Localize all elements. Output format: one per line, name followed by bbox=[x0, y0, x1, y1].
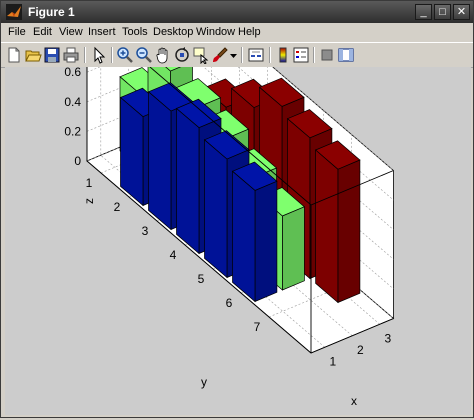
matlab-logo-icon bbox=[6, 4, 22, 20]
y-tick-label: 6 bbox=[226, 296, 233, 310]
bar-side bbox=[176, 107, 200, 255]
minimize-icon: _ bbox=[420, 6, 427, 18]
menu-edit[interactable]: Edit bbox=[33, 26, 52, 38]
y-tick-label: 3 bbox=[142, 224, 149, 238]
select-arrow-icon[interactable] bbox=[90, 46, 108, 64]
zoom-in-icon[interactable] bbox=[116, 46, 134, 64]
close-icon: ✕ bbox=[456, 6, 467, 18]
hide-plot-tools-icon[interactable] bbox=[318, 46, 336, 64]
menu-file[interactable]: File bbox=[8, 26, 26, 38]
pan-hand-icon[interactable] bbox=[154, 46, 172, 64]
x-tick-label: 3 bbox=[384, 331, 391, 345]
link-plot-icon[interactable] bbox=[247, 46, 265, 64]
toolbar-separator bbox=[269, 47, 271, 63]
title-bar[interactable]: Figure 1 _ □ ✕ bbox=[1, 1, 473, 23]
menu-insert[interactable]: Insert bbox=[88, 26, 116, 38]
new-figure-icon[interactable] bbox=[5, 46, 23, 64]
close-button[interactable]: ✕ bbox=[453, 4, 470, 20]
open-file-icon[interactable] bbox=[24, 46, 42, 64]
bar3-plot[interactable]: 00.20.40.60.811234567123zyx bbox=[5, 0, 471, 415]
x-tick-label: 1 bbox=[329, 354, 336, 368]
y-tick-label: 1 bbox=[86, 176, 93, 190]
figure-toolbar bbox=[1, 42, 473, 68]
toolbar-separator bbox=[84, 47, 86, 63]
bar-front bbox=[337, 159, 361, 304]
toolbar-separator bbox=[111, 47, 113, 63]
z-tick-label: 0.4 bbox=[64, 95, 81, 109]
bar-front bbox=[254, 180, 278, 303]
legend-icon[interactable] bbox=[292, 46, 310, 64]
toolbar-separator bbox=[313, 47, 315, 63]
chevron-down-icon[interactable] bbox=[229, 46, 238, 64]
brush-icon[interactable] bbox=[211, 46, 229, 64]
menu-tools[interactable]: Tools bbox=[122, 26, 148, 38]
z-tick-label: 0 bbox=[74, 154, 81, 168]
menu-help[interactable]: Help bbox=[238, 26, 261, 38]
colorbar-icon[interactable] bbox=[274, 46, 292, 64]
show-plot-tools-icon[interactable] bbox=[337, 46, 355, 64]
toolbar-separator bbox=[241, 47, 243, 63]
z-tick-label: 0.6 bbox=[64, 67, 81, 79]
y-tick-label: 4 bbox=[170, 248, 177, 262]
zoom-out-icon[interactable] bbox=[135, 46, 153, 64]
bar-side bbox=[204, 139, 228, 279]
x-axis-label: x bbox=[351, 394, 357, 408]
maximize-icon: □ bbox=[439, 6, 446, 18]
figure-window: Figure 1 _ □ ✕ File Edit View Insert Too… bbox=[0, 0, 474, 418]
menu-window[interactable]: Window bbox=[196, 26, 235, 38]
bar-front bbox=[282, 206, 305, 291]
y-axis-label: y bbox=[201, 375, 207, 389]
y-tick-label: 7 bbox=[254, 320, 261, 334]
minimize-button[interactable]: _ bbox=[415, 4, 432, 20]
rotate-3d-icon[interactable] bbox=[173, 46, 191, 64]
y-tick-label: 2 bbox=[114, 200, 121, 214]
save-icon[interactable] bbox=[43, 46, 61, 64]
maximize-button[interactable]: □ bbox=[434, 4, 451, 20]
bar-side bbox=[232, 170, 256, 303]
z-axis-label: z bbox=[82, 198, 96, 204]
bar-side bbox=[120, 96, 144, 207]
menu-bar: File Edit View Insert Tools Desktop Wind… bbox=[1, 23, 473, 42]
data-cursor-icon[interactable] bbox=[192, 46, 210, 64]
window-title: Figure 1 bbox=[28, 5, 75, 19]
bar-side bbox=[148, 91, 172, 231]
x-tick-label: 2 bbox=[357, 343, 364, 357]
z-tick-label: 0.2 bbox=[64, 124, 81, 138]
menu-view[interactable]: View bbox=[59, 26, 83, 38]
print-icon[interactable] bbox=[62, 46, 80, 64]
y-tick-label: 5 bbox=[198, 272, 205, 286]
figure-canvas[interactable]: 00.20.40.60.811234567123zyx bbox=[5, 0, 471, 415]
menu-desktop[interactable]: Desktop bbox=[153, 26, 193, 38]
bar-side bbox=[315, 149, 339, 304]
